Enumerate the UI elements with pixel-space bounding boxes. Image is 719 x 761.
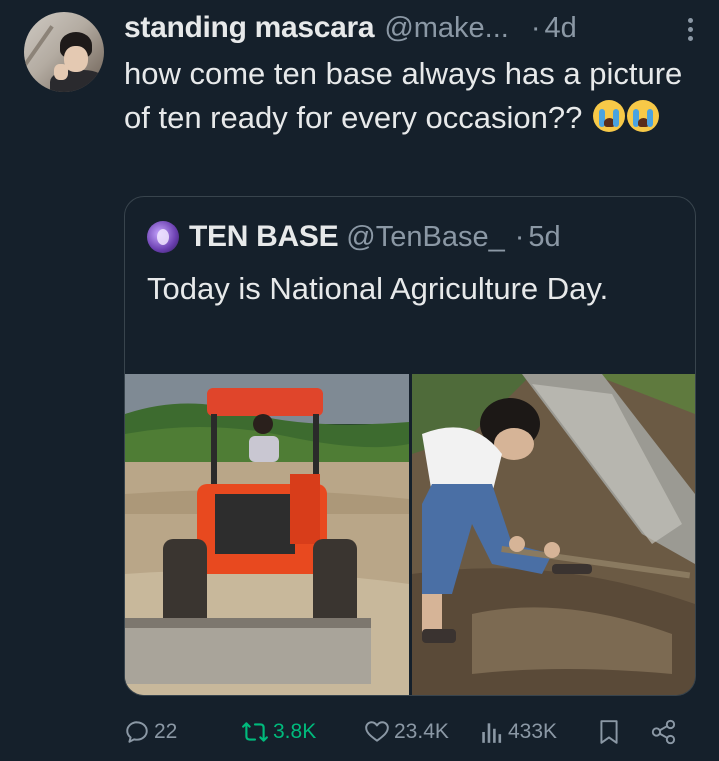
views-button[interactable]: 433K [480,712,557,752]
share-icon [651,719,676,745]
digging-photo-image [412,374,695,695]
quoted-media-grid [125,374,695,695]
tweet-action-bar: 22 3.8K 23.4K 433K [0,712,719,752]
reply-button[interactable]: 22 [124,712,177,752]
like-count: 23.4K [394,720,449,743]
tweet-text: how come ten base always has a picture o… [124,52,684,140]
bookmark-icon [600,720,618,744]
quoted-tweet-timestamp[interactable]: 5d [528,221,560,254]
tweet-timestamp[interactable]: 4d [545,12,577,45]
separator-dot: · [530,11,541,44]
reply-count: 22 [154,720,178,743]
photo-tractor[interactable] [125,374,409,695]
user-avatar[interactable] [24,12,104,92]
ten-base-avatar-icon[interactable] [147,221,179,253]
reply-icon [126,721,148,743]
tractor-photo-image [125,374,409,695]
repost-icon [242,722,268,742]
bookmark-button[interactable] [598,712,624,752]
loudly-crying-face-icon [627,100,659,132]
more-options-icon[interactable] [679,16,701,41]
quoted-tweet[interactable]: TEN BASE @TenBase_ · 5d Today is Nationa… [124,196,696,696]
author-display-name[interactable]: standing mascara [124,11,375,45]
author-handle[interactable]: @make... [384,12,509,45]
like-button[interactable]: 23.4K [364,712,449,752]
quoted-tweet-header: TEN BASE @TenBase_ · 5d [147,217,561,257]
quoted-author-handle[interactable]: @TenBase_ [346,221,504,254]
view-count: 433K [508,720,558,743]
quoted-tweet-text: Today is National Agriculture Day. [147,271,609,306]
heart-icon [365,721,389,742]
views-icon [482,723,502,743]
photo-digging[interactable] [412,374,695,695]
quoted-author-display-name[interactable]: TEN BASE [189,220,339,254]
repost-count: 3.8K [273,720,317,743]
loudly-crying-face-icon [593,100,625,132]
separator-dot: · [514,220,525,253]
share-button[interactable] [650,712,682,752]
repost-button[interactable]: 3.8K [241,712,316,752]
tweet-header: standing mascara @make... · 4d [124,8,703,48]
